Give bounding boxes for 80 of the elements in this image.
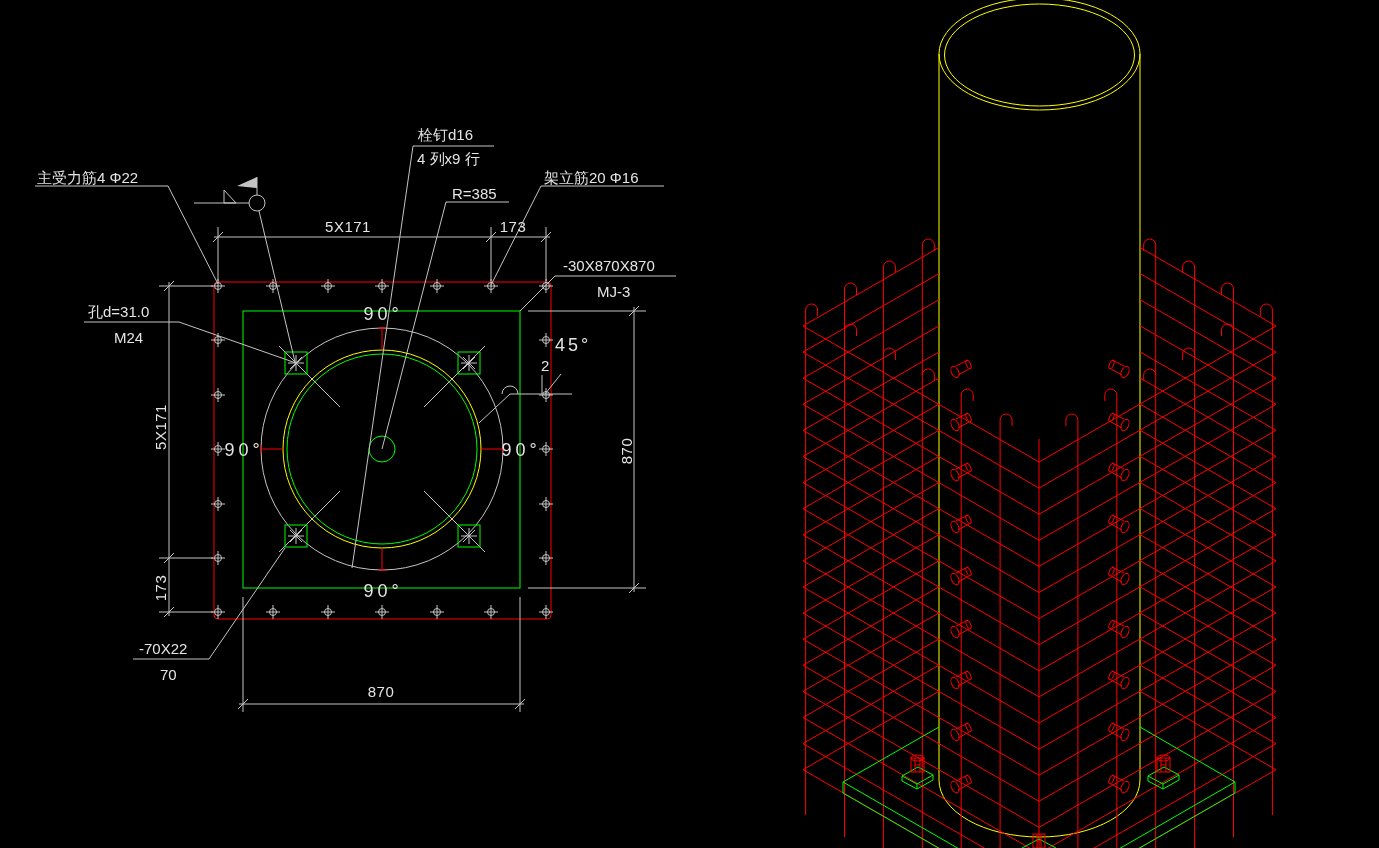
weld-angle-text: 45° bbox=[555, 335, 592, 355]
annotation-subtext: MJ-3 bbox=[597, 283, 631, 300]
crosshair-marker-icon bbox=[210, 496, 226, 512]
angle-text: 90° bbox=[224, 440, 264, 460]
annotation-subtext: 70 bbox=[160, 666, 177, 683]
shear-stud bbox=[950, 722, 972, 742]
shear-stud bbox=[1108, 359, 1130, 379]
diagonal-axis-line bbox=[423, 345, 486, 408]
crosshair-marker-icon bbox=[538, 278, 554, 294]
crosshair-marker-icon bbox=[538, 332, 554, 348]
shear-stud bbox=[1108, 566, 1130, 586]
diagonal-axis-line bbox=[423, 490, 486, 553]
diagonal-axis-line bbox=[278, 490, 341, 553]
dimension-text: 5X171 bbox=[152, 404, 169, 450]
center-circle bbox=[368, 435, 396, 463]
crosshair-marker-icon bbox=[210, 550, 226, 566]
crosshair-marker-icon bbox=[210, 604, 226, 620]
shear-stud bbox=[950, 670, 972, 690]
annotation-subtext: 4 列x9 行 bbox=[417, 150, 480, 167]
shear-stud bbox=[1108, 722, 1130, 742]
annotation-text: 架立筋20 Φ16 bbox=[544, 169, 639, 186]
annotation-text: 主受力筋4 Φ22 bbox=[37, 169, 139, 186]
shear-stud bbox=[1108, 462, 1130, 482]
weld-size-text: 2 bbox=[541, 357, 550, 374]
shear-stud bbox=[950, 514, 972, 534]
crosshair-marker-icon bbox=[429, 604, 445, 620]
annotation-text: 栓钉d16 bbox=[418, 126, 474, 143]
bolt-hole-icon bbox=[284, 351, 308, 375]
crosshair-marker-icon bbox=[538, 387, 554, 403]
shear-stud bbox=[950, 566, 972, 586]
shear-stud bbox=[950, 359, 972, 379]
crosshair-marker-icon bbox=[538, 441, 554, 457]
stiffener-mark bbox=[260, 444, 284, 454]
dimension-text: 870 bbox=[618, 437, 635, 465]
bolt-hole-icon bbox=[457, 524, 481, 548]
angle-text: 90° bbox=[363, 304, 403, 324]
crosshair-marker-icon bbox=[538, 496, 554, 512]
dimension-text: 870 bbox=[367, 683, 395, 700]
crosshair-marker-icon bbox=[320, 278, 336, 294]
shear-stud bbox=[1108, 670, 1130, 690]
crosshair-marker-icon bbox=[265, 278, 281, 294]
weld-symbol-icon bbox=[193, 176, 266, 212]
shear-stud bbox=[950, 774, 972, 794]
crosshair-marker-icon bbox=[429, 278, 445, 294]
crosshair-marker-icon bbox=[265, 604, 281, 620]
shear-stud bbox=[1108, 774, 1130, 794]
crosshair-marker-icon bbox=[374, 604, 390, 620]
annotation-text: -70X22 bbox=[139, 640, 188, 657]
angle-text: 90° bbox=[363, 581, 403, 601]
crosshair-marker-icon bbox=[374, 278, 390, 294]
anchor-nut bbox=[1147, 754, 1180, 790]
crosshair-marker-icon bbox=[210, 441, 226, 457]
dimension-text: 173 bbox=[499, 218, 527, 235]
shear-stud bbox=[1108, 514, 1130, 534]
crosshair-marker-icon bbox=[320, 604, 336, 620]
crosshair-marker-icon bbox=[483, 278, 499, 294]
shear-stud bbox=[1108, 412, 1130, 432]
crosshair-marker-icon bbox=[483, 604, 499, 620]
stiffener-mark bbox=[377, 327, 387, 351]
annotation-text: 孔d=31.0 bbox=[88, 303, 150, 320]
bolt-hole-icon bbox=[284, 524, 308, 548]
shear-stud bbox=[950, 619, 972, 639]
crosshair-marker-icon bbox=[210, 278, 226, 294]
bolt-hole-icon bbox=[457, 351, 481, 375]
anchor-nut bbox=[901, 754, 934, 790]
anchor-nut bbox=[1021, 833, 1057, 848]
annotation-text: R=385 bbox=[452, 185, 497, 202]
crosshair-marker-icon bbox=[538, 604, 554, 620]
annotation-text: -30X870X870 bbox=[563, 257, 655, 274]
crosshair-marker-icon bbox=[538, 550, 554, 566]
diagonal-axis-line bbox=[278, 345, 341, 408]
shear-stud bbox=[1108, 619, 1130, 639]
shear-stud bbox=[950, 412, 972, 432]
annotation-subtext: M24 bbox=[114, 329, 144, 346]
crosshair-marker-icon bbox=[210, 387, 226, 403]
dimension-text: 173 bbox=[152, 574, 169, 602]
crosshair-marker-icon bbox=[210, 332, 226, 348]
stiffener-mark bbox=[377, 547, 387, 571]
shear-stud bbox=[950, 462, 972, 482]
dimension-text: 5X171 bbox=[325, 218, 371, 235]
